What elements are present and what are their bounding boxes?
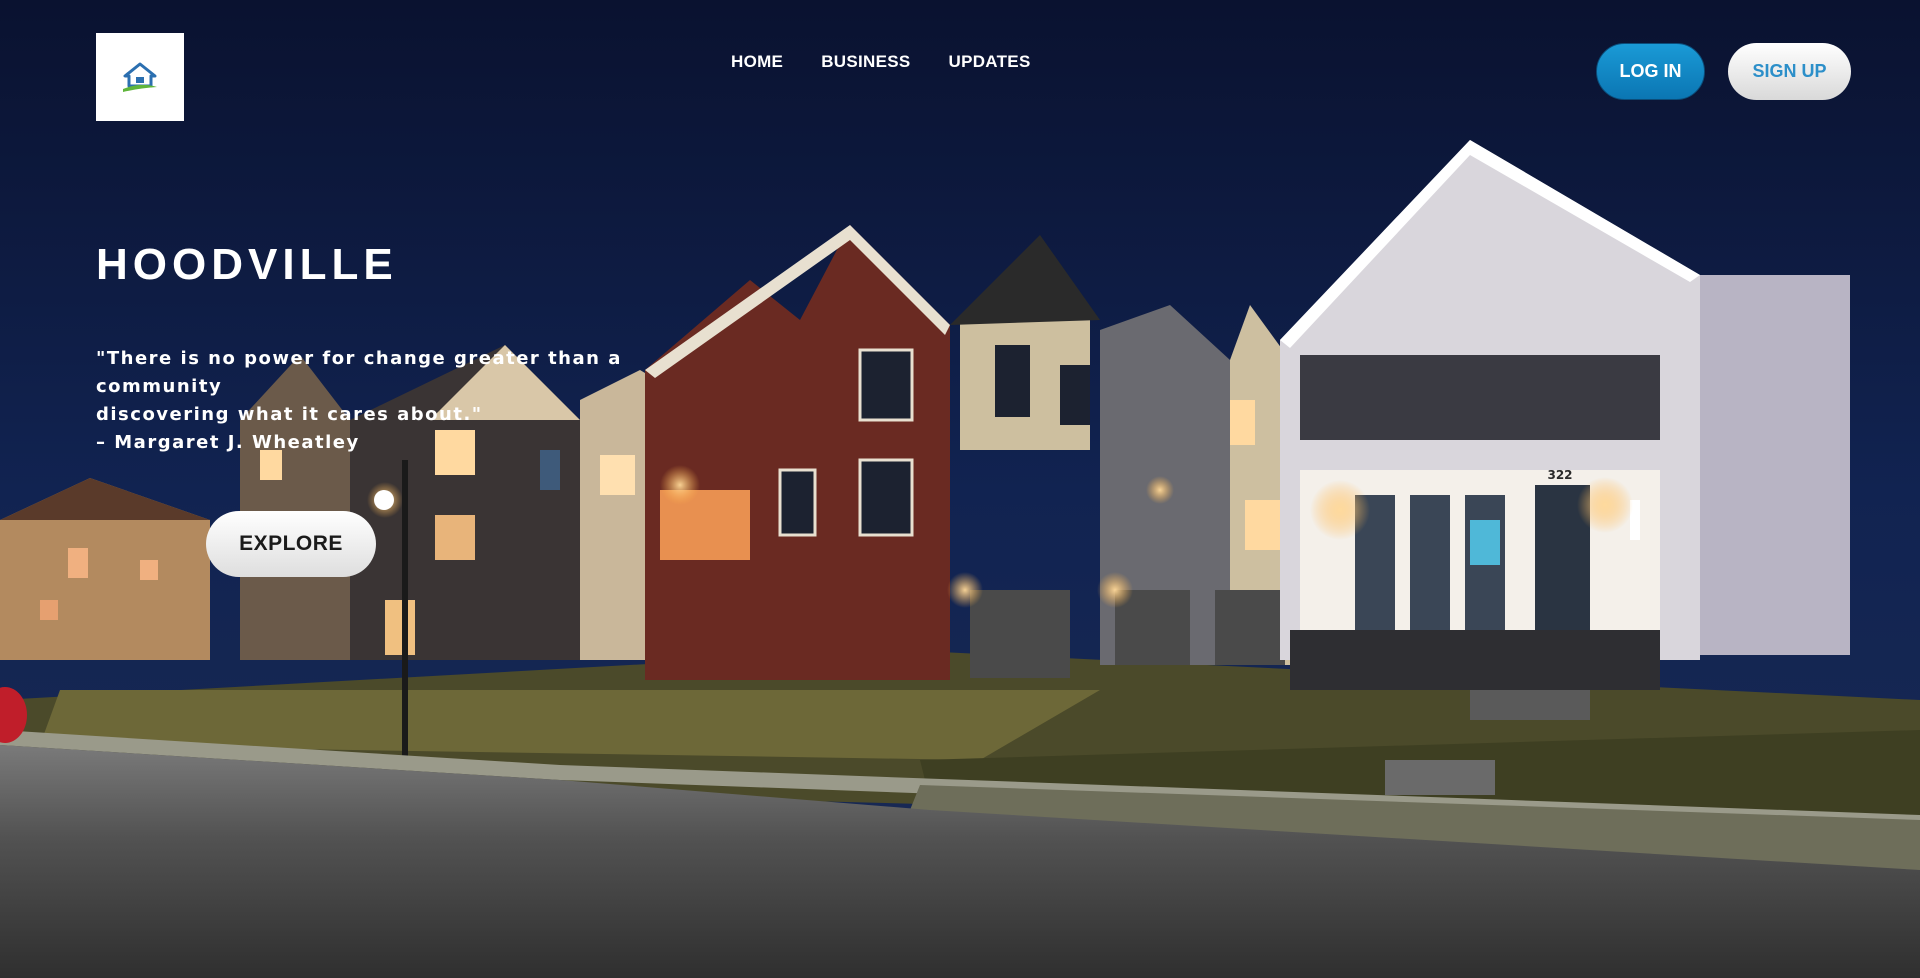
signup-button[interactable]: SIGN UP bbox=[1728, 43, 1851, 100]
explore-button[interactable]: EXPLORE bbox=[206, 511, 376, 577]
main-nav: HOME BUSINESS UPDATES bbox=[731, 52, 1031, 72]
nav-item-updates[interactable]: UPDATES bbox=[949, 52, 1031, 72]
house-icon bbox=[123, 62, 157, 92]
login-button[interactable]: LOG IN bbox=[1596, 43, 1705, 100]
logo[interactable] bbox=[96, 33, 184, 121]
hero-section: HOME BUSINESS UPDATES LOG IN SIGN UP HOO… bbox=[0, 0, 1920, 978]
nav-item-business[interactable]: BUSINESS bbox=[821, 52, 910, 72]
hero-background-image bbox=[0, 0, 1920, 978]
quote-author: – Margaret J. Wheatley bbox=[96, 432, 360, 453]
quote-line-1: "There is no power for change greater th… bbox=[96, 348, 622, 397]
nav-item-home[interactable]: HOME bbox=[731, 52, 783, 72]
page-title: HOODVILLE bbox=[96, 240, 398, 289]
hero-quote: "There is no power for change greater th… bbox=[96, 345, 736, 457]
quote-line-2: discovering what it cares about." bbox=[96, 404, 483, 425]
